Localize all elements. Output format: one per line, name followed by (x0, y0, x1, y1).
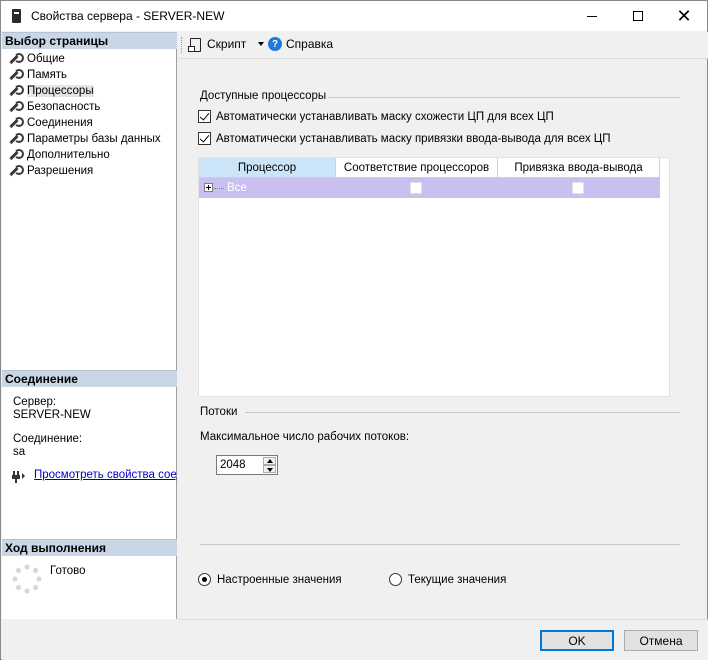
group-divider (328, 97, 680, 98)
stepper-buttons (263, 457, 276, 473)
column-header-io-affinity[interactable]: Привязка ввода-вывода (498, 158, 660, 178)
stepper-up-icon[interactable] (263, 457, 276, 465)
stepper-down-icon[interactable] (263, 465, 276, 473)
progress-header: Ход выполнения (2, 539, 177, 556)
group-divider (245, 412, 680, 413)
max-worker-threads-stepper[interactable]: 2048 (216, 455, 278, 475)
row-label: Все (227, 182, 247, 194)
auto-io-affinity-label: Автоматически устанавливать маску привяз… (216, 132, 611, 145)
close-icon: ✕ (676, 6, 692, 26)
grid-header: Процессор Соответствие процессоров Привя… (199, 158, 660, 178)
progress-status: Готово (50, 565, 86, 577)
wrench-icon (8, 149, 24, 161)
ok-button[interactable]: OK (540, 630, 614, 651)
server-properties-dialog: Свойства сервера - SERVER-NEW ✕ Выбор ст… (0, 0, 708, 660)
page-item-label: Соединения (27, 117, 93, 129)
configured-values-radio[interactable] (198, 573, 211, 586)
connection-value: sa (13, 446, 26, 458)
minimize-button[interactable] (569, 1, 615, 31)
wrench-icon (8, 101, 24, 113)
page-item-label: Разрешения (27, 165, 94, 177)
running-values-label: Текущие значения (408, 573, 507, 586)
threads-title: Потоки (200, 406, 238, 418)
processors-page: Доступные процессоры Автоматически устан… (178, 59, 708, 619)
plug-icon (12, 471, 25, 483)
available-processors-title: Доступные процессоры (200, 90, 327, 102)
help-icon: ? (268, 37, 282, 51)
column-header-affinity[interactable]: Соответствие процессоров (336, 158, 498, 178)
wrench-icon (8, 165, 24, 177)
io-affinity-cell-checkbox[interactable] (572, 182, 584, 194)
connection-header: Соединение (2, 370, 177, 387)
bottom-divider (200, 544, 680, 545)
server-label: Сервер: (13, 396, 57, 408)
title-bar[interactable]: Свойства сервера - SERVER-NEW ✕ (1, 1, 707, 31)
page-item-security[interactable]: Безопасность (2, 99, 177, 115)
processor-grid[interactable]: Процессор Соответствие процессоров Привя… (198, 157, 670, 397)
auto-affinity-row[interactable]: Автоматически устанавливать маску схожес… (198, 110, 554, 123)
progress-spinner-icon (12, 564, 42, 594)
page-item-label: Безопасность (27, 101, 101, 113)
tree-connector (214, 188, 224, 189)
expand-plus-icon[interactable] (204, 183, 213, 192)
wrench-icon (8, 53, 24, 65)
close-button[interactable]: ✕ (661, 1, 707, 31)
column-header-processor[interactable]: Процессор (199, 158, 336, 178)
running-values-radio[interactable] (389, 573, 402, 586)
page-item-memory[interactable]: Память (2, 67, 177, 83)
server-value: SERVER-NEW (13, 409, 91, 421)
page-item-label: Память (27, 69, 68, 81)
max-worker-threads-label: Максимальное число рабочих потоков: (200, 431, 410, 443)
maximize-button[interactable] (615, 1, 661, 31)
window-title: Свойства сервера - SERVER-NEW (31, 9, 225, 23)
page-item-connections[interactable]: Соединения (2, 115, 177, 131)
cancel-button[interactable]: Отмена (624, 630, 698, 651)
left-pane: Выбор страницы Общие Память Процессоры Б… (2, 32, 177, 619)
maximize-icon (633, 11, 643, 21)
page-item-label: Процессоры (27, 85, 94, 97)
help-label: Справка (286, 37, 334, 51)
page-item-database-settings[interactable]: Параметры базы данных (2, 131, 177, 147)
configured-values-option[interactable]: Настроенные значения (198, 573, 342, 586)
max-worker-threads-value[interactable]: 2048 (220, 459, 246, 471)
wrench-icon (8, 117, 24, 129)
page-item-permissions[interactable]: Разрешения (2, 163, 177, 179)
page-item-label: Параметры базы данных (27, 133, 161, 145)
script-icon (188, 37, 202, 52)
script-dropdown-arrow-icon[interactable] (258, 42, 264, 46)
auto-io-affinity-row[interactable]: Автоматически устанавливать маску привяз… (198, 132, 611, 145)
page-item-advanced[interactable]: Дополнительно (2, 147, 177, 163)
script-button[interactable]: Скрипт (188, 37, 247, 52)
running-values-option[interactable]: Текущие значения (389, 573, 506, 586)
auto-affinity-checkbox[interactable] (198, 110, 211, 123)
dialog-footer: OK Отмена (2, 620, 708, 660)
select-page-header: Выбор страницы (2, 32, 177, 49)
connection-label: Соединение: (13, 433, 83, 445)
toolbar: Скрипт ? Справка (178, 32, 708, 58)
toolbar-grip (181, 37, 184, 53)
minimize-icon (587, 15, 597, 17)
auto-affinity-label: Автоматически устанавливать маску схожес… (216, 110, 554, 123)
wrench-icon (8, 85, 24, 97)
wrench-icon (8, 133, 24, 145)
page-item-processors[interactable]: Процессоры (2, 83, 177, 99)
help-button[interactable]: ? Справка (268, 37, 333, 51)
auto-io-affinity-checkbox[interactable] (198, 132, 211, 145)
script-label: Скрипт (207, 37, 247, 51)
page-item-label: Дополнительно (27, 149, 110, 161)
affinity-cell-checkbox[interactable] (410, 182, 422, 194)
configured-values-label: Настроенные значения (217, 573, 342, 586)
page-item-general[interactable]: Общие (2, 51, 177, 67)
server-icon (12, 9, 21, 23)
page-item-label: Общие (27, 53, 65, 65)
table-row[interactable]: Все (199, 178, 660, 198)
view-connection-properties-link[interactable]: Просмотреть свойства соединения (34, 469, 177, 481)
page-list: Общие Память Процессоры Безопасность Сое… (2, 51, 177, 179)
wrench-icon (8, 69, 24, 81)
